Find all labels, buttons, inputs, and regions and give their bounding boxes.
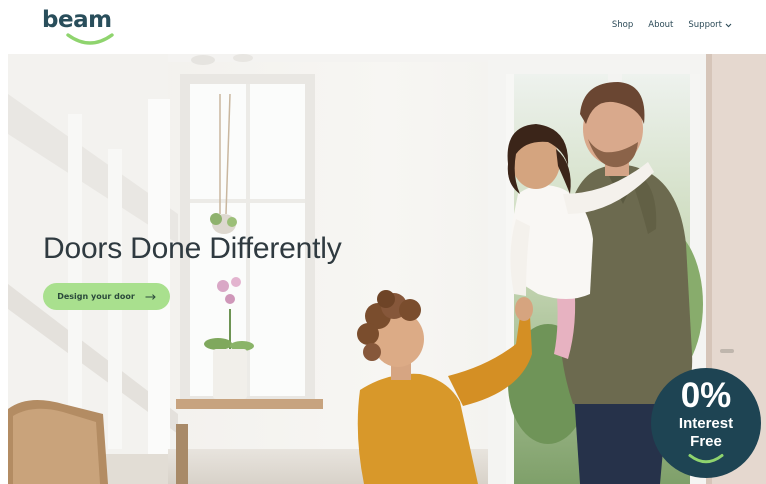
nav-support[interactable]: Support — [688, 20, 732, 30]
main-nav: Shop About Support — [612, 20, 732, 30]
badge-line-interest: Interest — [678, 415, 734, 432]
badge-percentage: 0% — [680, 376, 732, 415]
nav-shop[interactable]: Shop — [612, 20, 633, 30]
nav-support-label: Support — [688, 20, 722, 30]
logo-smile-icon — [66, 33, 114, 45]
cta-label: Design your door — [57, 292, 135, 301]
nav-about-label: About — [648, 20, 674, 30]
nav-about[interactable]: About — [648, 20, 673, 30]
hero-title: Doors Done Differently — [43, 232, 342, 265]
design-your-door-button[interactable]: Design your door — [43, 283, 170, 310]
logo-wordmark: beam — [42, 7, 112, 33]
badge-line-free: Free — [690, 433, 722, 450]
chevron-down-icon — [725, 23, 732, 27]
site-header: beam Shop About Support — [0, 0, 766, 54]
interest-free-badge: 0% Interest Free — [651, 368, 761, 478]
arrow-right-icon — [145, 293, 156, 300]
badge-smile-icon — [688, 454, 724, 464]
beam-logo[interactable]: beam — [42, 6, 122, 46]
nav-shop-label: Shop — [611, 20, 634, 30]
page: beam Shop About Support Doors Done Diffe… — [0, 0, 766, 484]
